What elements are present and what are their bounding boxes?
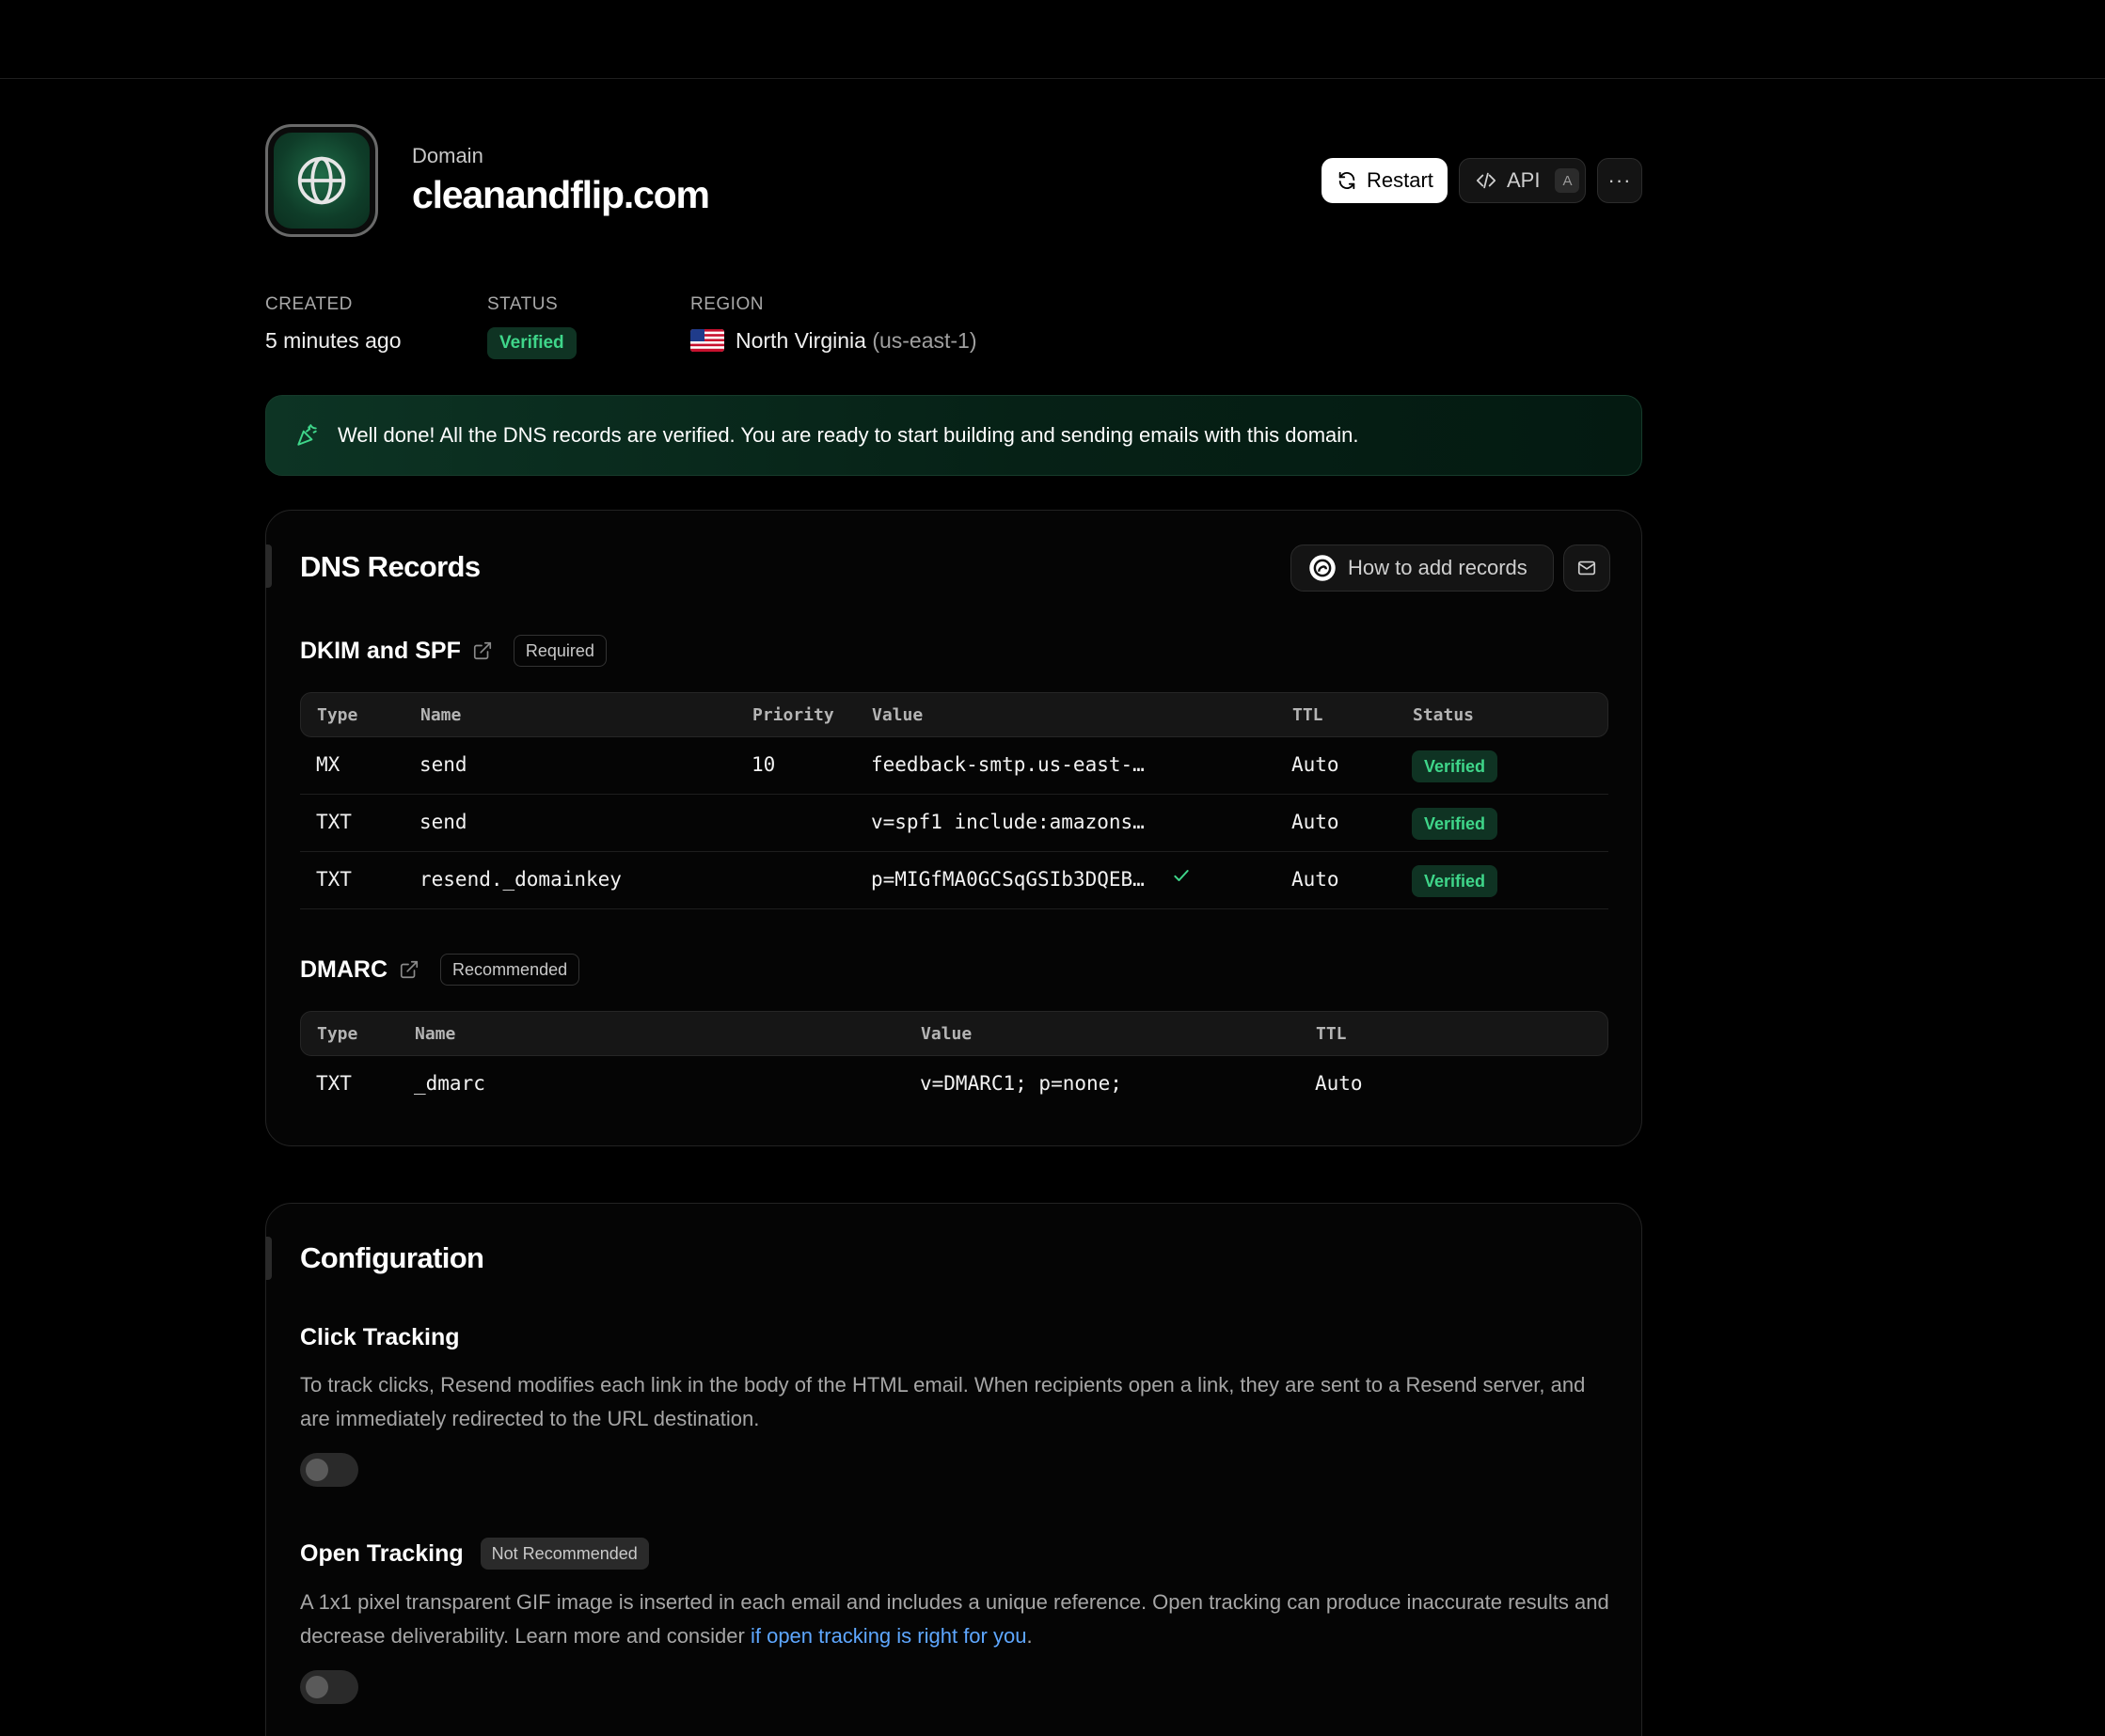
click-tracking-toggle[interactable] — [300, 1453, 358, 1487]
record-value[interactable]: v=DMARC1; p=none; — [920, 1072, 1122, 1095]
record-type: TXT — [316, 1072, 352, 1095]
record-name[interactable]: resend._domainkey — [419, 868, 622, 891]
us-flag-icon — [690, 329, 724, 352]
column-header: Value — [921, 1024, 973, 1044]
record-type: MX — [316, 753, 340, 776]
status-value: Verified — [487, 327, 577, 359]
record-name[interactable]: send — [419, 811, 467, 833]
copied-check-icon — [1172, 866, 1191, 890]
api-label: API — [1507, 168, 1541, 192]
dkim-table-header: Type Name Priority Value TTL Status — [300, 692, 1608, 737]
success-message: Well done! All the DNS records are verif… — [338, 423, 1359, 447]
column-header: Priority — [752, 705, 834, 725]
column-header: TTL — [1316, 1024, 1347, 1044]
more-options-button[interactable]: ··· — [1597, 158, 1642, 203]
record-priority: 10 — [752, 753, 776, 776]
status-badge: Verified — [1412, 865, 1498, 897]
record-status: Verified — [1412, 808, 1498, 843]
api-shortcut-key: A — [1555, 168, 1580, 193]
column-header: Name — [420, 705, 462, 725]
page-title: cleanandflip.com — [412, 173, 710, 216]
api-button[interactable]: API A — [1459, 158, 1586, 203]
click-tracking-heading: Click Tracking — [300, 1324, 460, 1351]
status-badge: Verified — [1412, 750, 1498, 782]
table-row[interactable]: MX send 10 feedback-smtp.us-east-… Auto … — [300, 737, 1608, 795]
email-records-button[interactable] — [1563, 544, 1610, 592]
column-header: Type — [317, 1024, 358, 1044]
record-ttl: Auto — [1315, 1072, 1363, 1095]
record-type: TXT — [316, 868, 352, 891]
record-status: Verified — [1412, 865, 1498, 900]
party-popper-icon — [297, 424, 317, 446]
restart-label: Restart — [1367, 168, 1433, 192]
recommended-badge: Recommended — [440, 954, 580, 986]
dmarc-title: DMARC — [300, 955, 388, 983]
region-value: North Virginia (us-east-1) — [690, 328, 977, 354]
mail-icon — [1577, 560, 1596, 576]
not-recommended-badge: Not Recommended — [480, 1538, 649, 1570]
external-link-icon[interactable] — [472, 640, 493, 661]
card-accent — [265, 544, 272, 588]
open-tracking-heading: Open Tracking Not Recommended — [300, 1538, 649, 1570]
ellipsis-icon: ··· — [1607, 168, 1632, 192]
how-to-add-records-button[interactable]: How to add records — [1290, 544, 1554, 592]
region-label: REGION — [690, 294, 764, 314]
card-accent — [265, 1237, 272, 1280]
status-badge: Verified — [1412, 808, 1498, 840]
success-banner: Well done! All the DNS records are verif… — [265, 395, 1642, 476]
dmarc-table-header: Type Name Value TTL — [300, 1011, 1608, 1056]
record-value[interactable]: v=spf1 include:amazons… — [871, 811, 1145, 833]
external-link-icon[interactable] — [399, 959, 419, 980]
globe-icon — [265, 124, 378, 237]
record-name[interactable]: send — [419, 753, 467, 776]
column-header: TTL — [1292, 705, 1323, 725]
open-tracking-description: A 1x1 pixel transparent GIF image is ins… — [300, 1586, 1617, 1653]
open-tracking-title: Open Tracking — [300, 1539, 464, 1567]
open-tracking-text-end: . — [1026, 1624, 1033, 1648]
dkim-spf-heading: DKIM and SPF Required — [300, 635, 607, 667]
dmarc-heading: DMARC Recommended — [300, 954, 580, 986]
how-to-add-records-label: How to add records — [1348, 556, 1527, 579]
configuration-card: Configuration Click Tracking To track cl… — [265, 1203, 1642, 1736]
toggle-knob — [306, 1676, 328, 1698]
configuration-title: Configuration — [300, 1241, 484, 1274]
table-row[interactable]: TXT send v=spf1 include:amazons… Auto Ve… — [300, 795, 1608, 852]
created-value: 5 minutes ago — [265, 328, 402, 353]
required-badge: Required — [513, 635, 607, 667]
record-type: TXT — [316, 811, 352, 833]
open-tracking-toggle[interactable] — [300, 1670, 358, 1704]
click-tracking-description: To track clicks, Resend modifies each li… — [300, 1373, 1586, 1430]
refresh-icon — [1338, 171, 1355, 190]
record-name[interactable]: _dmarc — [414, 1072, 485, 1095]
status-label: STATUS — [487, 294, 559, 314]
region-name: North Virginia — [736, 328, 866, 353]
record-value[interactable]: feedback-smtp.us-east-… — [871, 753, 1145, 776]
open-tracking-learn-more-link[interactable]: if open tracking is right for you — [751, 1624, 1026, 1648]
column-header: Name — [415, 1024, 456, 1044]
record-ttl: Auto — [1291, 753, 1339, 776]
top-bar — [0, 0, 2105, 79]
table-row[interactable]: TXT _dmarc v=DMARC1; p=none; Auto — [300, 1056, 1608, 1113]
dns-records-card: DNS Records How to add records DKIM and … — [265, 510, 1642, 1146]
column-header: Value — [872, 705, 924, 725]
record-status: Verified — [1412, 750, 1498, 785]
table-row[interactable]: TXT resend._domainkey p=MIGfMA0GCSqGSIb3… — [300, 852, 1608, 909]
record-ttl: Auto — [1291, 868, 1339, 891]
code-icon — [1476, 172, 1496, 189]
dkim-spf-title: DKIM and SPF — [300, 637, 461, 664]
dns-records-title: DNS Records — [300, 550, 481, 583]
click-tracking-title: Click Tracking — [300, 1324, 460, 1350]
domain-label: Domain — [412, 144, 483, 167]
restart-button[interactable]: Restart — [1322, 158, 1448, 203]
record-value[interactable]: p=MIGfMA0GCSqGSIb3DQEB… — [871, 868, 1145, 891]
record-ttl: Auto — [1291, 811, 1339, 833]
created-label: CREATED — [265, 294, 353, 314]
status-badge: Verified — [487, 327, 577, 359]
column-header: Status — [1413, 705, 1475, 725]
provider-logo-icon — [1309, 555, 1336, 581]
region-code: (us-east-1) — [872, 328, 977, 353]
column-header: Type — [317, 705, 358, 725]
toggle-knob — [306, 1459, 328, 1481]
